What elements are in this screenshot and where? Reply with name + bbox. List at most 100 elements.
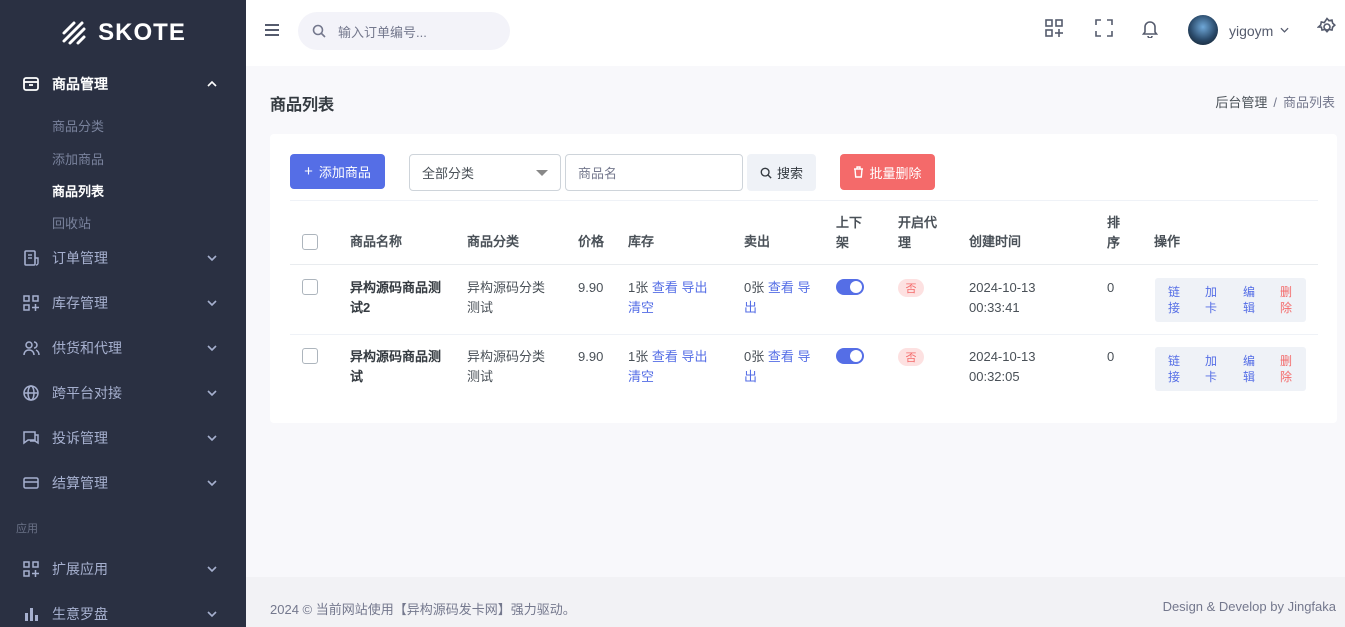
chevron-down-icon — [206, 297, 218, 309]
shelf-toggle[interactable] — [836, 279, 864, 295]
brand-logo[interactable]: SKOTE — [0, 0, 246, 66]
chevron-down-icon — [206, 608, 218, 620]
menu-toggle-icon[interactable] — [264, 23, 280, 37]
stock-clear-link[interactable]: 清空 — [628, 369, 654, 384]
category-select[interactable]: 全部分类 — [409, 154, 561, 191]
box-icon — [22, 75, 40, 93]
op-char: 接 — [1167, 300, 1181, 316]
edit-button[interactable]: 编辑 — [1242, 284, 1256, 316]
th-agent-line1: 开启代 — [898, 213, 937, 233]
row-checkbox[interactable] — [302, 279, 318, 295]
op-char: 链 — [1167, 353, 1181, 369]
bar-chart-icon — [22, 605, 40, 623]
row-category-line2: 测试 — [467, 298, 545, 318]
row-price: 9.90 — [578, 347, 603, 367]
apps-icon[interactable] — [1044, 18, 1064, 38]
batch-delete-label: 批量删除 — [869, 163, 921, 182]
row-stock-count: 1张 — [628, 349, 648, 364]
row-sort: 0 — [1107, 278, 1114, 298]
avatar[interactable] — [1188, 15, 1218, 45]
row-checkbox[interactable] — [302, 348, 318, 364]
sidebar-sub-recycle[interactable]: 回收站 — [52, 213, 91, 232]
sidebar-item-complaints[interactable]: 投诉管理 — [0, 421, 246, 455]
brand-name: SKOTE — [98, 19, 186, 47]
stock-export-link[interactable]: 导出 — [682, 349, 708, 364]
search-icon — [760, 167, 772, 179]
chevron-down-icon — [206, 563, 218, 575]
row-name-line2: 试 — [350, 367, 441, 387]
sidebar-sub-category[interactable]: 商品分类 — [52, 116, 104, 135]
stock-view-link[interactable]: 查看 — [652, 349, 678, 364]
shelf-toggle[interactable] — [836, 348, 864, 364]
add-card-button[interactable]: 加卡 — [1204, 284, 1218, 316]
batch-delete-button[interactable]: 批量删除 — [840, 154, 935, 190]
op-char: 卡 — [1204, 369, 1218, 385]
link-button[interactable]: 链接 — [1167, 353, 1181, 385]
op-char: 接 — [1167, 369, 1181, 385]
sidebar-item-compass[interactable]: 生意罗盘 — [0, 597, 246, 627]
sold-export-link-cont[interactable]: 出 — [744, 300, 757, 315]
gear-icon[interactable] — [1317, 17, 1337, 37]
row-sold-count: 0张 — [744, 280, 764, 295]
add-goods-label: 添加商品 — [319, 162, 371, 181]
row-category: 异构源码分类测试 — [467, 278, 545, 318]
fullscreen-icon[interactable] — [1094, 18, 1114, 38]
table-top-divider — [290, 200, 1318, 201]
th-onoff: 上下架 — [836, 213, 862, 253]
link-button[interactable]: 链接 — [1167, 284, 1181, 316]
sidebar-item-goods[interactable]: 商品管理 — [0, 67, 246, 101]
stock-view-link[interactable]: 查看 — [652, 280, 678, 295]
add-goods-button[interactable]: +添加商品 — [290, 154, 385, 189]
delete-button[interactable]: 删除 — [1279, 353, 1293, 385]
op-char: 删 — [1279, 284, 1293, 300]
sold-export-link[interactable]: 导 — [798, 280, 811, 295]
sold-view-link[interactable]: 查看 — [768, 349, 794, 364]
username[interactable]: yigoym — [1229, 23, 1273, 39]
sidebar-item-label: 生意罗盘 — [52, 604, 108, 624]
sold-view-link[interactable]: 查看 — [768, 280, 794, 295]
bell-icon[interactable] — [1140, 18, 1160, 38]
sidebar-item-orders[interactable]: 订单管理 — [0, 241, 246, 275]
goods-card: +添加商品 全部分类 商品名 搜索 批量删除 商品名称 商品分类 价格 库存 卖… — [270, 134, 1337, 423]
order-search-input[interactable]: 输入订单编号... — [298, 12, 510, 50]
delete-button[interactable]: 删除 — [1279, 284, 1293, 316]
row-name-line1: 异构源码商品测 — [350, 347, 441, 367]
sidebar-item-label: 投诉管理 — [52, 428, 108, 448]
sidebar-item-stock[interactable]: 库存管理 — [0, 286, 246, 320]
row-name[interactable]: 异构源码商品测试2 — [350, 278, 441, 318]
sidebar-item-supply[interactable]: 供货和代理 — [0, 331, 246, 365]
row-divider — [290, 334, 1318, 335]
op-char: 辑 — [1242, 300, 1256, 316]
sidebar-item-label: 供货和代理 — [52, 338, 122, 358]
op-char: 编 — [1242, 284, 1256, 300]
sidebar-sub-add[interactable]: 添加商品 — [52, 149, 104, 168]
breadcrumb: 后台管理/商品列表 — [1215, 92, 1335, 111]
chevron-down-icon — [206, 387, 218, 399]
stock-clear-link[interactable]: 清空 — [628, 300, 654, 315]
globe-icon — [22, 384, 40, 402]
row-created: 2024-10-1300:32:05 — [969, 347, 1036, 387]
sidebar-section-title: 应用 — [16, 520, 38, 536]
goods-name-input[interactable]: 商品名 — [565, 154, 743, 191]
row-actions: 链接 加卡 编辑 删除 — [1155, 278, 1306, 322]
footer-copyright: 2024 © 当前网站使用【异构源码发卡网】强力驱动。 — [270, 599, 576, 618]
stock-export-link[interactable]: 导出 — [682, 280, 708, 295]
row-name[interactable]: 异构源码商品测试 — [350, 347, 441, 387]
select-all-checkbox[interactable] — [302, 234, 318, 250]
chevron-down-icon[interactable] — [1280, 27, 1289, 33]
sidebar-item-extensions[interactable]: 扩展应用 — [0, 552, 246, 586]
sidebar-item-settlement[interactable]: 结算管理 — [0, 466, 246, 500]
sold-export-link[interactable]: 导 — [798, 349, 811, 364]
search-button[interactable]: 搜索 — [747, 154, 816, 191]
edit-button[interactable]: 编辑 — [1242, 353, 1256, 385]
add-card-button[interactable]: 加卡 — [1204, 353, 1218, 385]
op-char: 编 — [1242, 353, 1256, 369]
row-created-time: 00:32:05 — [969, 367, 1036, 387]
breadcrumb-home[interactable]: 后台管理 — [1215, 95, 1267, 110]
topbar: 输入订单编号... yigoym — [246, 0, 1345, 66]
sold-export-link-cont[interactable]: 出 — [744, 369, 757, 384]
sidebar-item-crossplatform[interactable]: 跨平台对接 — [0, 376, 246, 410]
sidebar-sub-list[interactable]: 商品列表 — [52, 181, 104, 200]
th-stock: 库存 — [628, 232, 654, 252]
grid-add-icon — [22, 294, 40, 312]
